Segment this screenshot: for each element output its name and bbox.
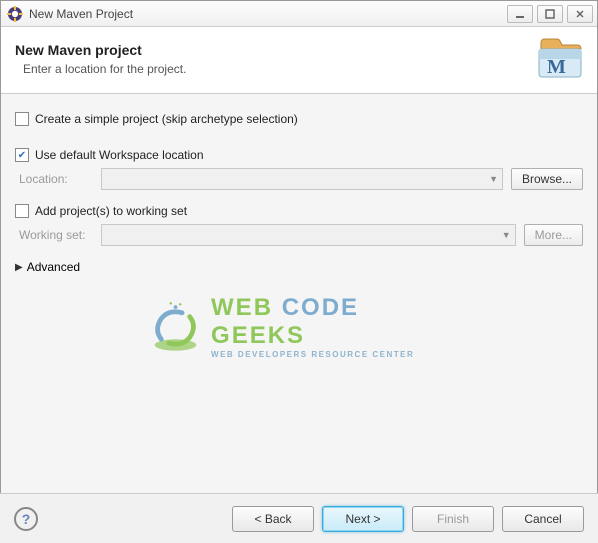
use-default-label: Use default Workspace location xyxy=(35,148,204,162)
titlebar: New Maven Project xyxy=(1,1,597,27)
watermark-text-1a: WEB xyxy=(211,294,282,321)
back-button[interactable]: < Back xyxy=(232,506,314,532)
help-icon[interactable]: ? xyxy=(14,507,38,531)
working-set-row: Working set: ▼ More... xyxy=(19,224,583,246)
window-title: New Maven Project xyxy=(29,7,507,21)
working-set-combo: ▼ xyxy=(101,224,516,246)
watermark-text-1c: GEEKS xyxy=(211,322,305,349)
use-default-row: ✔ Use default Workspace location xyxy=(15,148,583,162)
working-set-checkbox-row: Add project(s) to working set xyxy=(15,204,583,218)
working-set-checkbox-label: Add project(s) to working set xyxy=(35,204,187,218)
working-set-checkbox[interactable] xyxy=(15,204,29,218)
advanced-toggle[interactable]: ▶ Advanced xyxy=(15,260,583,274)
wizard-header: New Maven project Enter a location for t… xyxy=(1,27,597,94)
more-button[interactable]: More... xyxy=(524,224,583,246)
wizard-content: Create a simple project (skip archetype … xyxy=(1,94,597,524)
working-set-label: Working set: xyxy=(19,228,93,242)
page-subtitle: Enter a location for the project. xyxy=(15,62,535,76)
page-title: New Maven project xyxy=(15,42,535,58)
wizard-footer: ? < Back Next > Finish Cancel xyxy=(0,493,598,543)
app-icon xyxy=(7,6,23,22)
watermark-text-2: WEB DEVELOPERS RESOURCE CENTER xyxy=(211,350,448,359)
maven-icon: M xyxy=(535,37,583,81)
watermark-text-1b: CODE xyxy=(282,294,359,321)
expand-icon: ▶ xyxy=(15,262,23,273)
chevron-down-icon: ▼ xyxy=(489,174,498,184)
simple-project-label: Create a simple project (skip archetype … xyxy=(35,112,298,126)
advanced-label: Advanced xyxy=(27,260,80,274)
window-buttons xyxy=(507,5,593,23)
chevron-down-icon: ▼ xyxy=(502,230,511,240)
browse-button[interactable]: Browse... xyxy=(511,168,583,190)
maximize-button[interactable] xyxy=(537,5,563,23)
minimize-button[interactable] xyxy=(507,5,533,23)
watermark-logo: WEB CODE GEEKS WEB DEVELOPERS RESOURCE C… xyxy=(150,294,448,359)
location-label: Location: xyxy=(19,172,93,186)
use-default-checkbox[interactable]: ✔ xyxy=(15,148,29,162)
close-button[interactable] xyxy=(567,5,593,23)
cancel-button[interactable]: Cancel xyxy=(502,506,584,532)
location-row: Location: ▼ Browse... xyxy=(19,168,583,190)
svg-text:M: M xyxy=(547,56,566,78)
next-button[interactable]: Next > xyxy=(322,506,404,532)
simple-project-row: Create a simple project (skip archetype … xyxy=(15,112,583,126)
finish-button[interactable]: Finish xyxy=(412,506,494,532)
location-combo[interactable]: ▼ xyxy=(101,168,503,190)
simple-project-checkbox[interactable] xyxy=(15,112,29,126)
